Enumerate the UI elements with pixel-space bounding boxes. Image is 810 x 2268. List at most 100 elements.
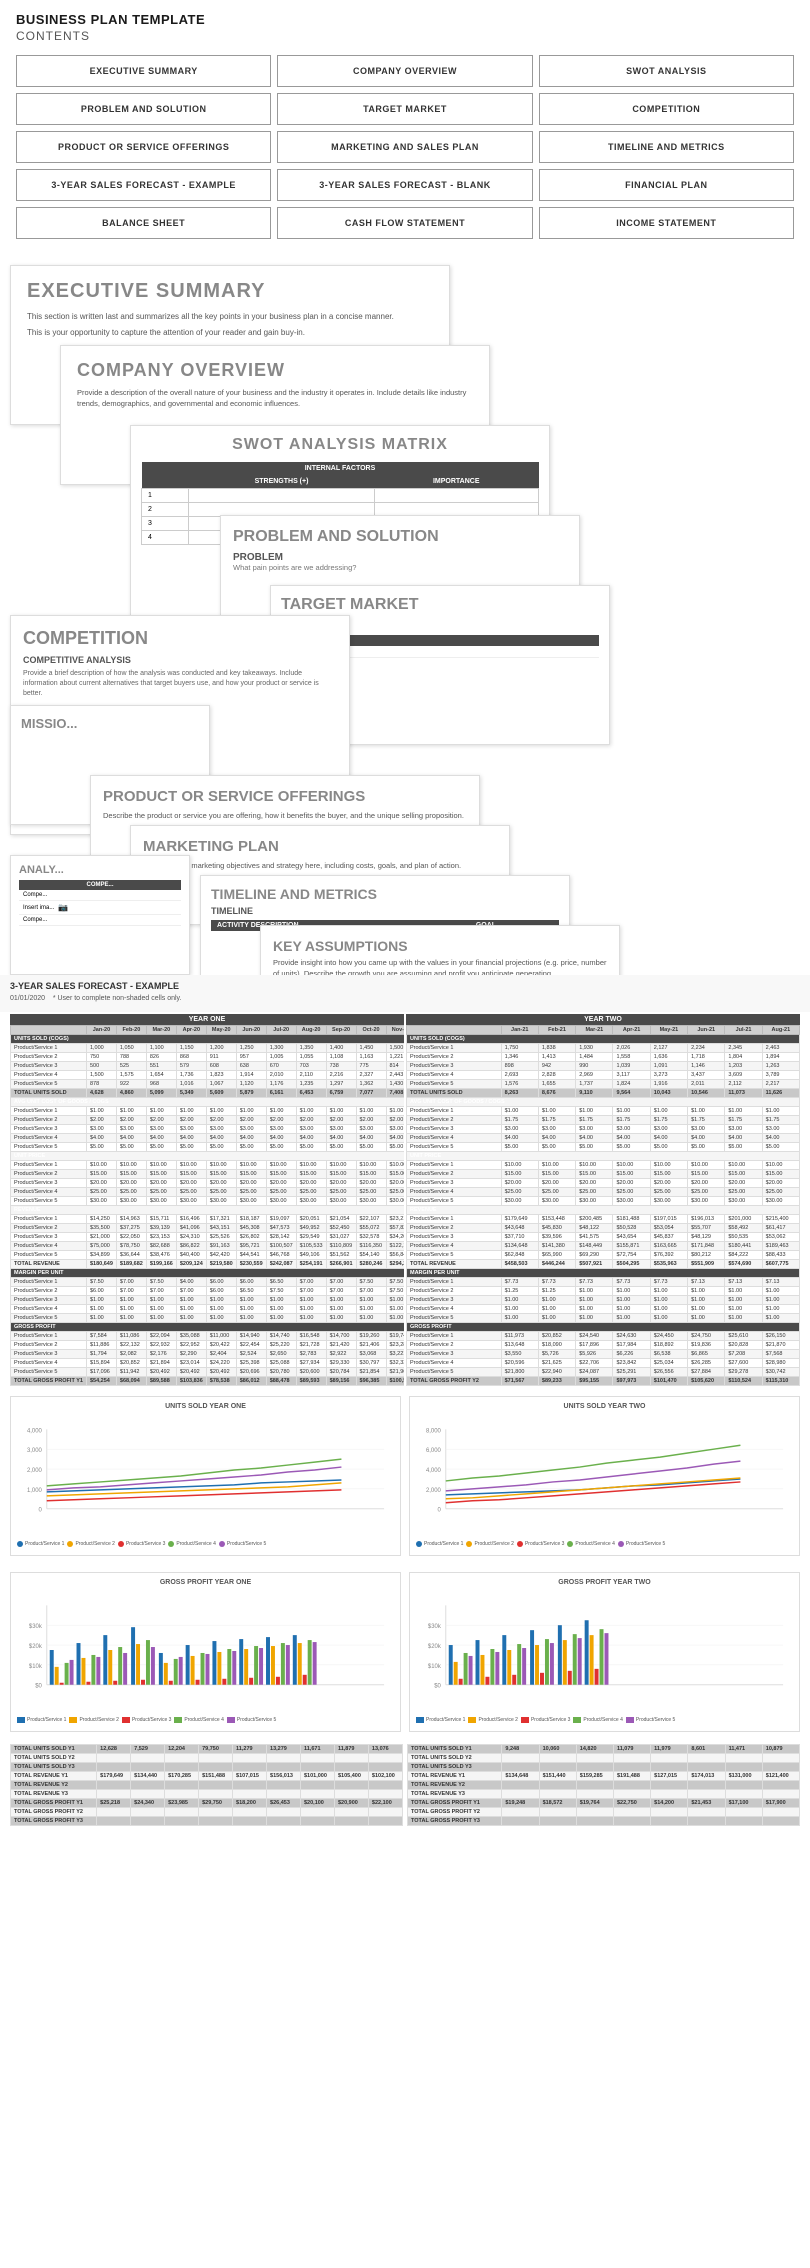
mission-title: MISSIO... <box>21 716 199 731</box>
svg-text:$0: $0 <box>434 1684 441 1690</box>
svg-text:4,000: 4,000 <box>27 1428 43 1434</box>
forecast-note: * User to complete non-shaded cells only… <box>53 995 182 1002</box>
swot-col2: IMPORTANCE <box>374 475 538 489</box>
svg-text:$10k: $10k <box>29 1664 42 1670</box>
forecast-title: 3-YEAR SALES FORECAST - EXAMPLE <box>10 981 800 991</box>
line-chart-two-svg: 0 2,000 4,000 6,000 8,000 <box>416 1414 793 1534</box>
contents-btn-competition[interactable]: COMPETITION <box>539 93 794 125</box>
line-chart-one-svg: 0 1,000 2,000 3,000 4,000 <box>17 1414 394 1534</box>
svg-text:$10k: $10k <box>428 1664 441 1670</box>
line-chart-one-legend: Product/Service 1 Product/Service 2 Prod… <box>17 1541 394 1547</box>
contents-btn-product-or-service-offerings[interactable]: PRODUCT OR SERVICE OFFERINGS <box>16 131 271 163</box>
year-two-data-table: Jan-21 Feb-21 Mar-21 Apr-21 May-21 Jun-2… <box>406 1025 800 1386</box>
contents-btn-3-year-sales-forecast---blank[interactable]: 3-YEAR SALES FORECAST - BLANK <box>277 169 532 201</box>
line-chart-year-two: UNITS SOLD YEAR TWO 0 2,000 4,000 6,000 … <box>409 1396 800 1556</box>
bar-chart-two-legend: Product/Service 1 Product/Service 2 Prod… <box>416 1717 793 1723</box>
contents-btn-3-year-sales-forecast---example[interactable]: 3-YEAR SALES FORECAST - EXAMPLE <box>16 169 271 201</box>
bar-charts-row: GROSS PROFIT YEAR ONE $0 $10k $20k $30k <box>0 1564 810 1740</box>
bottom-right-table: TOTAL UNITS SOLD Y1 9,24810,06014,82011,… <box>407 1744 800 1826</box>
marketing-body: Describe your marketing objectives and s… <box>143 861 497 870</box>
bottom-summary-tables: TOTAL UNITS SOLD Y1 12,6287,52912,20479,… <box>0 1740 810 1830</box>
bar-chart-one-legend: Product/Service 1 Product/Service 2 Prod… <box>17 1717 394 1723</box>
svg-text:2,000: 2,000 <box>27 1468 43 1474</box>
svg-text:3,000: 3,000 <box>27 1448 43 1454</box>
svg-text:$20k: $20k <box>428 1644 441 1650</box>
analysis-doc: ANALY... COMPE... Compe... Insert ima...… <box>10 855 190 975</box>
year-one-data-table: Jan-20 Feb-20 Mar-20 Apr-20 May-20 Jun-2… <box>10 1025 404 1386</box>
contents-btn-problem-and-solution[interactable]: PROBLEM AND SOLUTION <box>16 93 271 125</box>
problem-body: What pain points are we addressing? <box>233 563 567 572</box>
contents-btn-company-overview[interactable]: COMPANY OVERVIEW <box>277 55 532 87</box>
bar-chart-two-svg: $0 $10k $20k $30k <box>416 1590 793 1710</box>
key-assumptions-title: KEY ASSUMPTIONS <box>273 938 607 954</box>
bar-chart-one-svg: $0 $10k $20k $30k <box>17 1590 394 1710</box>
marketing-title: MARKETING PLAN <box>143 838 497 855</box>
svg-text:0: 0 <box>437 1508 441 1514</box>
line-chart-two-legend: Product/Service 1 Product/Service 2 Prod… <box>416 1541 793 1547</box>
contents-grid: EXECUTIVE SUMMARYCOMPANY OVERVIEWSWOT AN… <box>0 47 810 255</box>
line-chart-year-one: UNITS SOLD YEAR ONE 0 1,000 2,000 3,000 … <box>10 1396 401 1556</box>
contents-btn-financial-plan[interactable]: FINANCIAL PLAN <box>539 169 794 201</box>
product-body: Describe the product or service you are … <box>103 811 467 820</box>
svg-text:6,000: 6,000 <box>426 1448 442 1454</box>
competition-body: Provide a brief description of how the a… <box>23 669 337 698</box>
swot-col1: STRENGTHS (+) <box>189 475 374 489</box>
svg-text:2,000: 2,000 <box>426 1488 442 1494</box>
svg-text:0: 0 <box>38 1508 42 1514</box>
exec-summary-body1: This section is written last and summari… <box>27 311 433 323</box>
bar-chart-two-title: GROSS PROFIT YEAR TWO <box>416 1579 793 1586</box>
bar-chart-one-title: GROSS PROFIT YEAR ONE <box>17 1579 394 1586</box>
exec-summary-body2: This is your opportunity to capture the … <box>27 327 433 339</box>
forecast-section: 3-YEAR SALES FORECAST - EXAMPLE 01/01/20… <box>0 975 810 1012</box>
svg-text:$30k: $30k <box>29 1624 42 1630</box>
contents-btn-marketing-and-sales-plan[interactable]: MARKETING AND SALES PLAN <box>277 131 532 163</box>
exec-summary-title: EXECUTIVE SUMMARY <box>27 280 433 303</box>
product-title: PRODUCT OR SERVICE OFFERINGS <box>103 788 467 805</box>
svg-text:$0: $0 <box>35 1684 42 1690</box>
year-one-table-wrap: YEAR ONE Jan-20 Feb-20 Mar-20 Apr-20 May… <box>10 1014 404 1386</box>
contents-label: CONTENTS <box>16 29 794 43</box>
year-one-header: YEAR ONE <box>10 1014 404 1025</box>
svg-text:$30k: $30k <box>428 1624 441 1630</box>
competition-title: COMPETITION <box>23 628 337 649</box>
problem-title: PROBLEM AND SOLUTION <box>233 528 567 546</box>
contents-btn-target-market[interactable]: TARGET MARKET <box>277 93 532 125</box>
target-title: TARGET MARKET <box>281 596 599 614</box>
swot-internal-header: INTERNAL FACTORS <box>142 462 539 475</box>
timeline-title: TIMELINE AND METRICS <box>211 886 559 902</box>
key-assumptions-doc: KEY ASSUMPTIONS Provide insight into how… <box>260 925 620 975</box>
summary-table-right: TOTAL UNITS SOLD Y1 9,24810,06014,82011,… <box>407 1744 800 1826</box>
svg-text:1,000: 1,000 <box>27 1488 43 1494</box>
svg-text:$20k: $20k <box>29 1644 42 1650</box>
company-overview-body: Provide a description of the overall nat… <box>77 387 473 410</box>
svg-text:8,000: 8,000 <box>426 1428 442 1434</box>
forecast-date: 01/01/2020 <box>10 995 45 1002</box>
bottom-left-table: TOTAL UNITS SOLD Y1 12,6287,52912,20479,… <box>10 1744 403 1826</box>
svg-text:4,000: 4,000 <box>426 1468 442 1474</box>
contents-btn-balance-sheet[interactable]: BALANCE SHEET <box>16 207 271 239</box>
key-assumptions-body: Provide insight into how you came up wit… <box>273 958 607 975</box>
year-two-table-wrap: YEAR TWO Jan-21 Feb-21 Mar-21 Apr-21 May… <box>406 1014 800 1386</box>
summary-table-left: TOTAL UNITS SOLD Y1 12,6287,52912,20479,… <box>10 1744 403 1826</box>
analysis-table: COMPE... Compe... Insert ima... 📷 Compe.… <box>19 880 181 926</box>
swot-title: SWOT ANALYSIS MATRIX <box>141 436 539 454</box>
line-chart-two-title: UNITS SOLD YEAR TWO <box>416 1403 793 1410</box>
contents-btn-swot-analysis[interactable]: SWOT ANALYSIS <box>539 55 794 87</box>
document-previews: EXECUTIVE SUMMARY This section is writte… <box>0 255 810 975</box>
page-header: BUSINESS PLAN TEMPLATE CONTENTS <box>0 0 810 47</box>
contents-btn-executive-summary[interactable]: EXECUTIVE SUMMARY <box>16 55 271 87</box>
contents-btn-timeline-and-metrics[interactable]: TIMELINE AND METRICS <box>539 131 794 163</box>
line-chart-one-title: UNITS SOLD YEAR ONE <box>17 1403 394 1410</box>
competition-subtitle: COMPETITIVE ANALYSIS <box>23 655 337 665</box>
contents-btn-cash-flow-statement[interactable]: CASH FLOW STATEMENT <box>277 207 532 239</box>
bar-chart-year-two: GROSS PROFIT YEAR TWO $0 $10k $20k $30k <box>409 1572 800 1732</box>
main-tables-area: YEAR ONE Jan-20 Feb-20 Mar-20 Apr-20 May… <box>0 1012 810 1388</box>
line-charts-row: UNITS SOLD YEAR ONE 0 1,000 2,000 3,000 … <box>0 1388 810 1564</box>
contents-btn-income-statement[interactable]: INCOME STATEMENT <box>539 207 794 239</box>
year-two-header: YEAR TWO <box>406 1014 800 1025</box>
bar-chart-year-one: GROSS PROFIT YEAR ONE $0 $10k $20k $30k <box>10 1572 401 1732</box>
page-title: BUSINESS PLAN TEMPLATE <box>16 12 794 27</box>
company-overview-title: COMPANY OVERVIEW <box>77 360 473 381</box>
timeline-subtitle: TIMELINE <box>211 906 559 916</box>
problem-subtitle: PROBLEM <box>233 552 567 563</box>
